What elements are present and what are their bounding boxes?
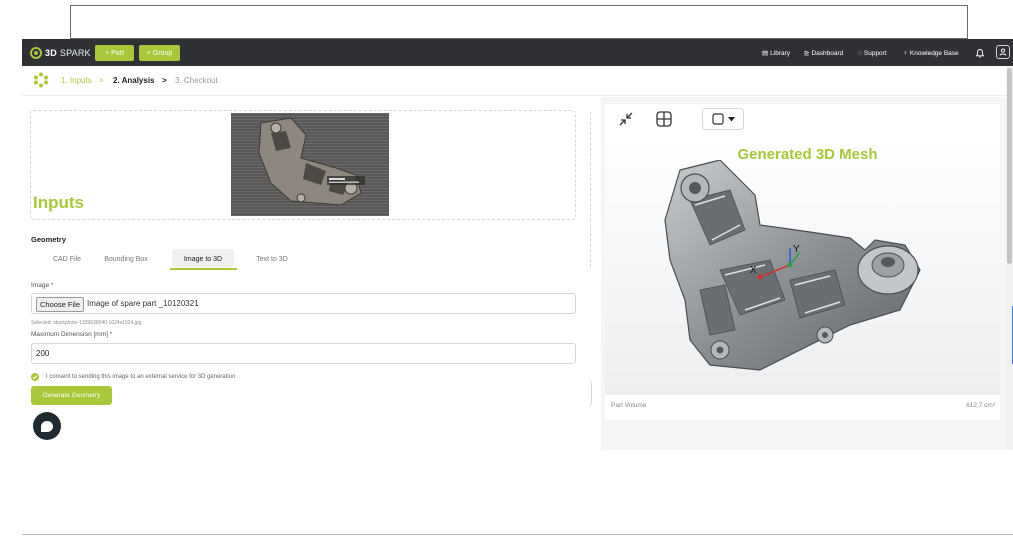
app-logo[interactable]: 3D SPARK bbox=[30, 45, 91, 61]
chat-icon bbox=[41, 420, 53, 432]
part-volume-label: Part Volume bbox=[611, 402, 647, 409]
collapse-icon[interactable] bbox=[617, 110, 635, 128]
panel-edge bbox=[585, 378, 592, 408]
generated-mesh-model[interactable]: X Y bbox=[650, 159, 950, 375]
bottom-divider bbox=[22, 534, 1013, 535]
uploaded-image-preview bbox=[231, 113, 389, 216]
knowledge-base-icon: ♀ bbox=[903, 49, 908, 57]
max-dimension-field[interactable] bbox=[31, 343, 576, 364]
tab-text-to-3d[interactable]: Text to 3D bbox=[250, 250, 294, 268]
svg-text:X: X bbox=[750, 265, 757, 276]
max-dimension-label: Maximum Dimension [mm] * bbox=[31, 331, 113, 338]
spinner-logo-icon bbox=[33, 72, 49, 88]
scrollbar-thumb[interactable] bbox=[1007, 68, 1012, 264]
consent-label: I consent to sending this image to an ex… bbox=[46, 374, 236, 380]
breadcrumb bbox=[22, 66, 1006, 96]
tab-bounding-box[interactable]: Bounding Box bbox=[97, 250, 155, 268]
chat-button[interactable] bbox=[33, 412, 61, 440]
selected-file-caption: Selected: stockphoto-1339636040-1024x102… bbox=[31, 320, 142, 326]
max-dimension-value: 200 bbox=[36, 349, 50, 358]
selected-file-name: Image of spare part _10120321 bbox=[87, 299, 199, 308]
view-mode-dropdown[interactable] bbox=[702, 108, 744, 130]
support-icon: ◌ bbox=[858, 49, 862, 57]
choose-file-button[interactable]: Choose File bbox=[36, 297, 85, 312]
nav-dashboard-label: Dashboard bbox=[811, 49, 844, 57]
breadcrumb-step-inputs[interactable]: 1. Inputs bbox=[61, 74, 92, 86]
nav-library[interactable]: ▤ Library bbox=[762, 46, 790, 60]
nav-support-label: Support bbox=[863, 49, 887, 57]
bell-icon[interactable] bbox=[975, 46, 985, 60]
generate-geometry-button[interactable]: Generate Geometry bbox=[31, 386, 112, 405]
nav-knowledge-base[interactable]: ♀ Knowledge Base bbox=[903, 46, 959, 60]
svg-text:Y: Y bbox=[793, 244, 800, 255]
breadcrumb-separator: > bbox=[162, 75, 167, 85]
part-volume-value: 612,7 cm³ bbox=[966, 402, 995, 409]
add-group-button[interactable]: + Group bbox=[139, 45, 180, 61]
nav-dashboard[interactable]: ⊵ Dashboard bbox=[804, 46, 843, 60]
nav-knowledge-base-label: Knowledge Base bbox=[909, 49, 959, 57]
add-part-button[interactable]: + Part bbox=[95, 45, 134, 61]
caret-down-icon bbox=[727, 116, 735, 121]
logo-text-bold: 3D bbox=[45, 48, 57, 58]
tab-cad-file[interactable]: CAD File bbox=[51, 250, 83, 268]
breadcrumb-separator: > bbox=[99, 75, 104, 85]
consent-checkbox[interactable] bbox=[31, 373, 39, 381]
nav-library-label: Library bbox=[770, 49, 791, 57]
logo-icon bbox=[30, 47, 42, 59]
user-icon[interactable] bbox=[996, 45, 1010, 59]
logo-text-light: SPARK bbox=[59, 48, 91, 58]
nav-support[interactable]: ◌ Support bbox=[858, 46, 887, 60]
square-icon bbox=[711, 113, 724, 125]
image-field-label: Image * bbox=[31, 282, 54, 289]
grid-icon[interactable] bbox=[655, 110, 673, 128]
breadcrumb-step-analysis[interactable]: 2. Analysis bbox=[113, 74, 155, 86]
breadcrumb-step-checkout[interactable]: 3. Checkout bbox=[175, 74, 218, 86]
tab-image-to-3d[interactable]: Image to 3D bbox=[172, 250, 234, 268]
divider bbox=[590, 112, 591, 267]
dashboard-icon: ⊵ bbox=[804, 50, 810, 57]
check-icon bbox=[32, 375, 38, 380]
active-tab-indicator bbox=[170, 268, 237, 270]
geometry-label: Geometry bbox=[31, 235, 67, 244]
inputs-heading: Inputs bbox=[33, 193, 84, 212]
top-empty-box bbox=[70, 5, 968, 39]
library-icon: ▤ bbox=[762, 50, 769, 57]
